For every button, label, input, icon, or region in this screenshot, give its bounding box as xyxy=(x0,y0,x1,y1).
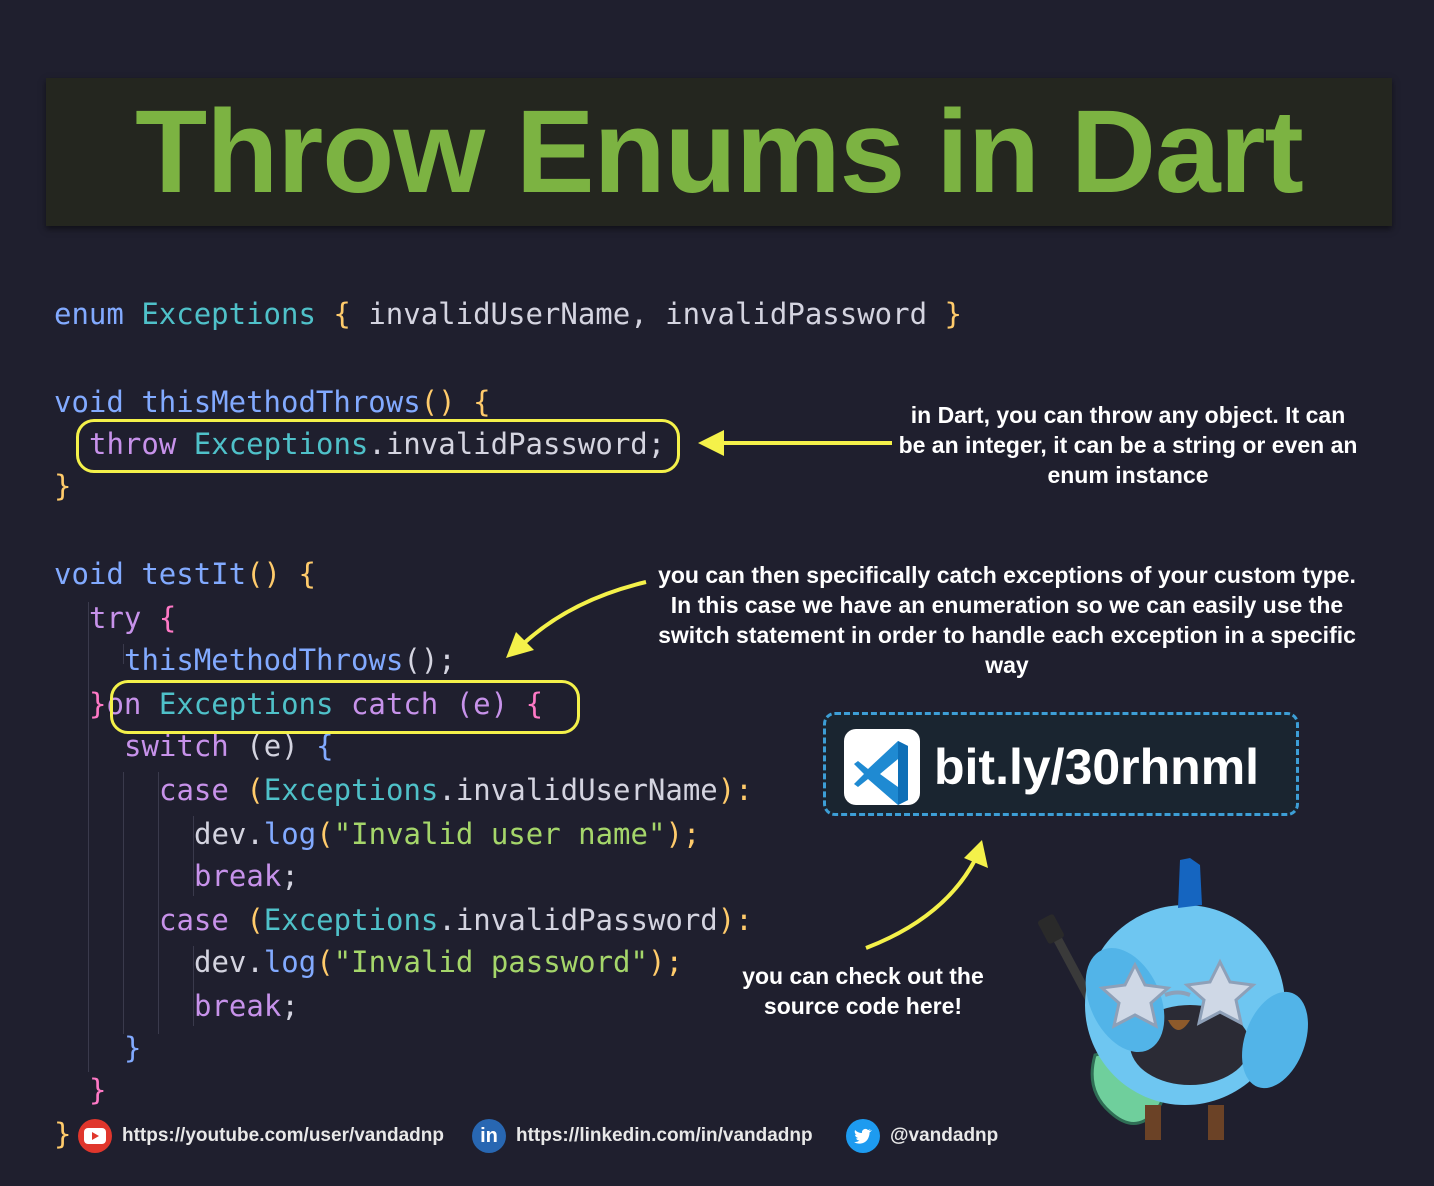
code-keyword: case xyxy=(159,903,229,937)
code-line-break: break; xyxy=(194,858,299,894)
vscode-icon xyxy=(844,729,920,805)
title-banner: Throw Enums in Dart xyxy=(46,78,1392,226)
code-semicolon: ; xyxy=(281,989,299,1023)
catch-highlight xyxy=(110,680,580,734)
linkedin-link[interactable]: in https://linkedin.com/in/vandadnp xyxy=(472,1118,813,1154)
code-line-close-catch: } xyxy=(89,1072,106,1108)
dart-bird-mascot xyxy=(1038,858,1308,1140)
source-note: you can check out the source code here! xyxy=(742,963,984,1019)
catch-note: you can then specifically catch exceptio… xyxy=(658,562,1356,678)
code-keyword: void xyxy=(54,385,124,419)
code-brace: { xyxy=(333,297,351,331)
code-brace: } xyxy=(124,1031,142,1065)
code-keyword: enum xyxy=(54,297,124,331)
code-arg: (e) xyxy=(246,729,299,763)
code-function: thisMethodThrows xyxy=(124,643,404,677)
throw-arrow xyxy=(698,430,892,456)
code-brace: { xyxy=(298,557,316,591)
code-type: Exceptions xyxy=(263,773,439,807)
code-line-close: } xyxy=(54,468,71,504)
code-paren: ( xyxy=(316,817,334,851)
code-string: "Invalid user name" xyxy=(333,817,666,851)
code-type: Exceptions xyxy=(263,903,439,937)
link-text[interactable]: bit.ly/30rhnml xyxy=(934,729,1259,805)
code-identifier: dev. xyxy=(194,945,264,979)
code-paren: ( xyxy=(246,903,264,937)
twitter-link[interactable]: @vandadnp xyxy=(846,1118,998,1154)
code-identifier: invalidUserName, invalidPassword xyxy=(368,297,928,331)
code-keyword: break xyxy=(194,989,282,1023)
code-identifier: dev. xyxy=(194,817,264,851)
code-identifier: .invalidUserName xyxy=(438,773,718,807)
indent-guide xyxy=(123,772,124,1034)
linkedin-url[interactable]: https://linkedin.com/in/vandadnp xyxy=(516,1125,813,1147)
code-brace: } xyxy=(944,297,962,331)
code-paren: ( xyxy=(316,945,334,979)
page-title: Throw Enums in Dart xyxy=(135,86,1304,218)
code-identifier: (); xyxy=(403,643,456,677)
code-line-close-testit: } xyxy=(54,1117,72,1151)
code-keyword: try xyxy=(89,601,142,635)
source-arrow xyxy=(865,840,988,950)
code-brace: { xyxy=(473,385,491,419)
throw-note: in Dart, you can throw any object. It ca… xyxy=(898,402,1358,488)
twitter-icon xyxy=(846,1119,880,1153)
code-keyword: break xyxy=(194,859,282,893)
code-line-case-password: case (Exceptions.invalidPassword): xyxy=(159,902,753,938)
code-parens: () xyxy=(420,385,456,419)
catch-arrow xyxy=(506,580,647,658)
code-line-method-decl: void thisMethodThrows() { xyxy=(54,384,491,420)
twitter-handle[interactable]: @vandadnp xyxy=(890,1125,998,1147)
code-keyword: void xyxy=(54,557,124,591)
code-function: thisMethodThrows xyxy=(141,385,421,419)
code-brace: { xyxy=(316,729,334,763)
code-paren: ); xyxy=(647,945,683,979)
code-line-try: try { xyxy=(89,600,176,636)
code-parens: () xyxy=(246,557,281,591)
youtube-icon xyxy=(78,1119,112,1153)
code-line-log-username: dev.log("Invalid user name"); xyxy=(194,816,700,852)
source-link[interactable]: bit.ly/30rhnml xyxy=(823,712,1299,816)
code-string: "Invalid password" xyxy=(333,945,648,979)
code-identifier: .invalidPassword xyxy=(438,903,718,937)
linkedin-icon: in xyxy=(472,1119,506,1153)
code-brace: { xyxy=(158,601,177,635)
code-paren: ); xyxy=(665,817,701,851)
code-paren: ): xyxy=(717,903,753,937)
code-line-case-username: case (Exceptions.invalidUserName): xyxy=(159,772,753,808)
youtube-link[interactable]: https://youtube.com/user/vandadnp xyxy=(78,1118,444,1154)
code-line-testit-decl: void testIt() { xyxy=(54,556,316,592)
code-type: Exceptions xyxy=(141,297,316,331)
code-line-enum: enum Exceptions { invalidUserName, inval… xyxy=(54,296,962,332)
code-line-break: break; xyxy=(194,988,299,1024)
code-line-log-password: dev.log("Invalid password"); xyxy=(194,944,683,980)
youtube-url[interactable]: https://youtube.com/user/vandadnp xyxy=(122,1125,444,1147)
code-paren: ): xyxy=(717,773,753,807)
code-function: log xyxy=(263,817,317,851)
code-keyword: case xyxy=(159,773,229,807)
code-keyword: switch xyxy=(124,729,229,763)
code-paren: ( xyxy=(246,773,264,807)
code-brace: } xyxy=(54,469,72,503)
code-function: testIt xyxy=(141,557,247,591)
code-brace: } xyxy=(89,687,107,721)
indent-guide xyxy=(88,602,89,1072)
code-line-close-switch: } xyxy=(124,1030,141,1066)
code-semicolon: ; xyxy=(281,859,299,893)
code-brace: } xyxy=(89,1073,107,1107)
code-function: log xyxy=(263,945,317,979)
code-line-call: thisMethodThrows(); xyxy=(124,642,456,678)
throw-highlight xyxy=(76,419,680,473)
